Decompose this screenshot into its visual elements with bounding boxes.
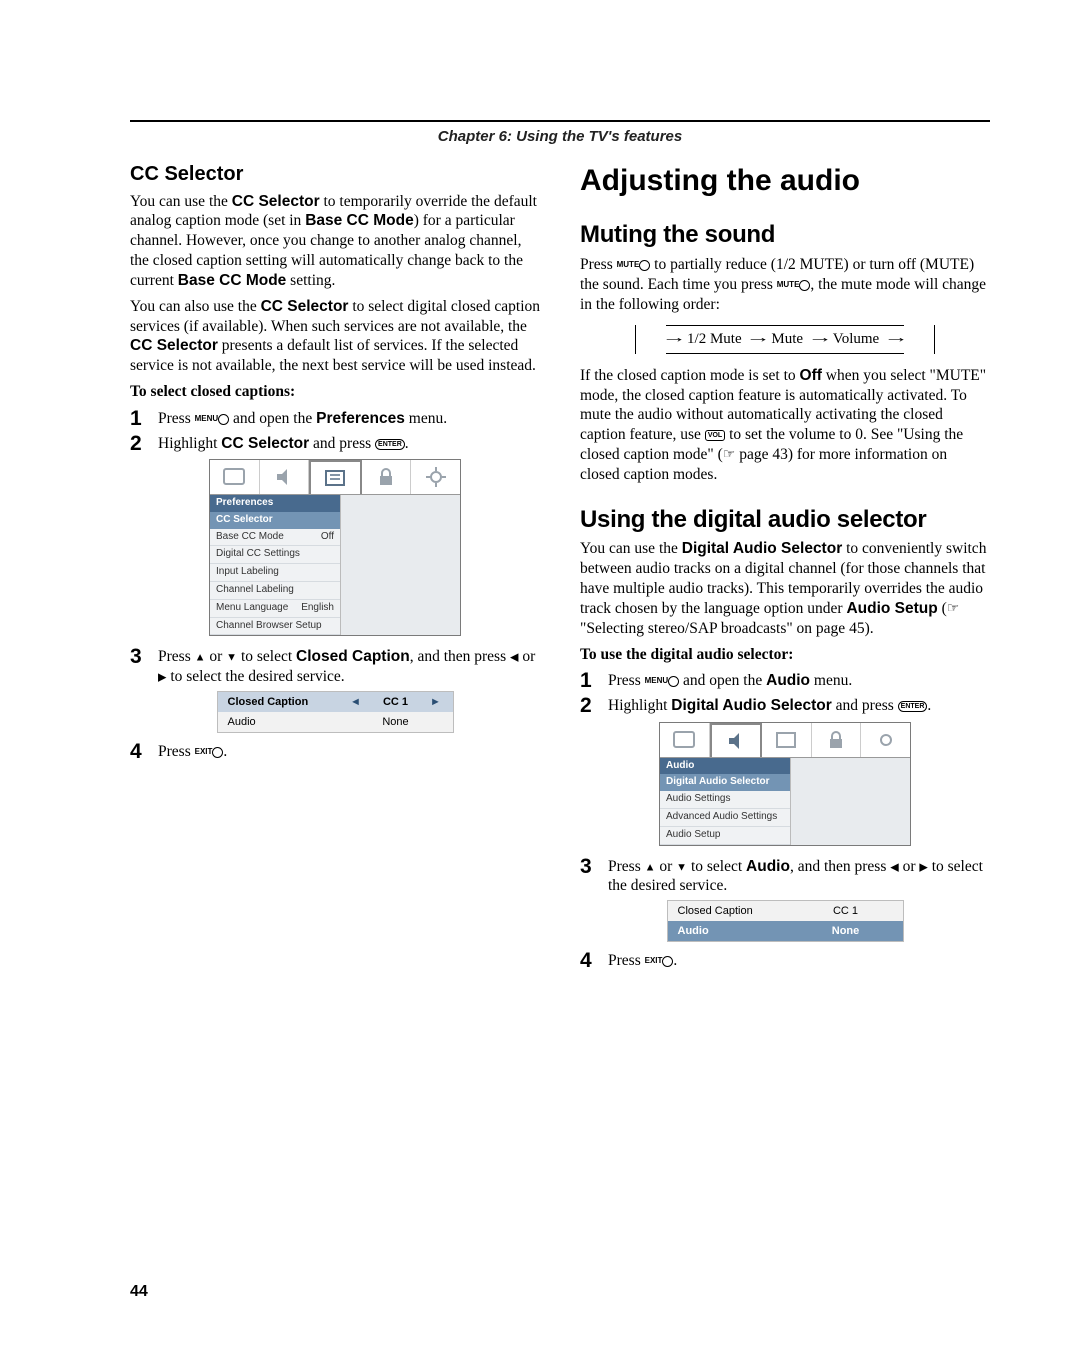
tab-audio-icon xyxy=(260,460,310,494)
enter-icon: ENTER xyxy=(375,439,405,450)
right-arrow-icon: ► xyxy=(429,695,443,709)
menu-row: Digital CC Settings xyxy=(210,546,340,564)
tab-audio-icon xyxy=(710,723,763,757)
page-number: 44 xyxy=(130,1283,148,1301)
tab-picture-icon xyxy=(660,723,710,757)
down-icon: ▼ xyxy=(226,652,237,664)
button-icon xyxy=(212,747,223,758)
paragraph: You can use the CC Selector to temporari… xyxy=(130,192,540,291)
pointer-icon: ☞ xyxy=(947,601,960,616)
tab-preferences-icon xyxy=(762,723,812,757)
pointer-icon: ☞ xyxy=(723,448,736,463)
step-number: 4 xyxy=(130,741,158,763)
chapter-header: Chapter 6: Using the TV's features xyxy=(130,120,990,160)
to-use-caption: To use the digital audio selector: xyxy=(580,645,990,665)
right-column: Adjusting the audio Muting the sound Pre… xyxy=(580,160,990,973)
step-number: 2 xyxy=(130,433,158,455)
vol-icon: VOL xyxy=(705,430,725,441)
menu-title: Preferences xyxy=(210,495,340,512)
enter-icon: ENTER xyxy=(898,701,928,712)
digital-audio-selector-heading: Using the digital audio selector xyxy=(580,505,990,536)
audio-menu-screenshot: Audio Digital Audio Selector Audio Setti… xyxy=(659,722,911,846)
arrow-icon: → xyxy=(883,330,908,348)
down-icon: ▼ xyxy=(676,861,687,873)
left-column: CC Selector You can use the CC Selector … xyxy=(130,160,540,973)
step-1: 1 Press MENU and open the Preferences me… xyxy=(130,408,540,430)
menu-row: Channel Browser Setup xyxy=(210,618,340,636)
button-icon xyxy=(662,956,673,967)
step-2: 2 Highlight Digital Audio Selector and p… xyxy=(580,695,990,717)
to-select-caption: To select closed captions: xyxy=(130,382,540,402)
chapter-title: Chapter 6: Using the TV's features xyxy=(438,128,682,145)
tab-preferences-icon xyxy=(309,460,362,494)
menu-row: Channel Labeling xyxy=(210,582,340,600)
cc-selector-heading: CC Selector xyxy=(130,162,540,188)
step-4: 4 Press EXIT. xyxy=(130,741,540,763)
left-arrow-icon: ◄ xyxy=(349,695,363,709)
button-icon xyxy=(218,414,229,425)
step-4: 4 Press EXIT. xyxy=(580,950,990,972)
step-3: 3 Press ▲ or ▼ to select Audio, and then… xyxy=(580,856,990,897)
step-2: 2 Highlight CC Selector and press ENTER. xyxy=(130,433,540,455)
menu-selected: Digital Audio Selector xyxy=(660,774,790,791)
preferences-menu-screenshot: Preferences CC Selector Base CC ModeOff … xyxy=(209,459,461,636)
arrow-icon: → xyxy=(746,330,771,348)
menu-row: Menu LanguageEnglish xyxy=(210,600,340,618)
menu-row: Advanced Audio Settings xyxy=(660,809,790,827)
button-icon xyxy=(668,676,679,687)
right-icon: ▶ xyxy=(919,861,927,873)
arrow-icon: → xyxy=(661,330,686,348)
left-icon: ◀ xyxy=(890,861,898,873)
audio-selector-popup: Closed Caption CC 1 Audio None xyxy=(667,900,904,942)
button-icon xyxy=(799,280,810,291)
mute-flow-diagram: →1/2 Mute →Mute →Volume → xyxy=(635,325,935,354)
step-number: 1 xyxy=(130,408,158,430)
menu-row: Audio Setup xyxy=(660,827,790,845)
tab-picture-icon xyxy=(210,460,260,494)
menu-row: Input Labeling xyxy=(210,564,340,582)
tab-setup-icon xyxy=(411,460,460,494)
tab-lock-icon xyxy=(812,723,862,757)
menu-title: Audio xyxy=(660,758,790,775)
menu-selected: CC Selector xyxy=(210,512,340,529)
menu-row: Audio Settings xyxy=(660,791,790,809)
arrow-icon: → xyxy=(807,330,832,348)
paragraph: You can use the Digital Audio Selector t… xyxy=(580,539,990,638)
step-number: 2 xyxy=(580,695,608,717)
tab-setup-icon xyxy=(861,723,910,757)
step-number: 3 xyxy=(580,856,608,897)
adjusting-audio-heading: Adjusting the audio xyxy=(580,162,990,200)
step-1: 1 Press MENU and open the Audio menu. xyxy=(580,670,990,692)
paragraph: If the closed caption mode is set to Off… xyxy=(580,366,990,485)
menu-row: Base CC ModeOff xyxy=(210,529,340,547)
cc-selector-popup: Closed Caption ◄ CC 1 ► Audio None xyxy=(217,691,454,733)
paragraph: Press MUTE to partially reduce (1/2 MUTE… xyxy=(580,255,990,314)
step-3: 3 Press ▲ or ▼ to select Closed Caption,… xyxy=(130,646,540,687)
button-icon xyxy=(639,260,650,271)
paragraph: You can also use the CC Selector to sele… xyxy=(130,297,540,376)
step-number: 1 xyxy=(580,670,608,692)
up-icon: ▲ xyxy=(645,861,656,873)
step-number: 4 xyxy=(580,950,608,972)
step-number: 3 xyxy=(130,646,158,687)
up-icon: ▲ xyxy=(195,652,206,664)
tab-lock-icon xyxy=(362,460,412,494)
muting-sound-heading: Muting the sound xyxy=(580,220,990,251)
